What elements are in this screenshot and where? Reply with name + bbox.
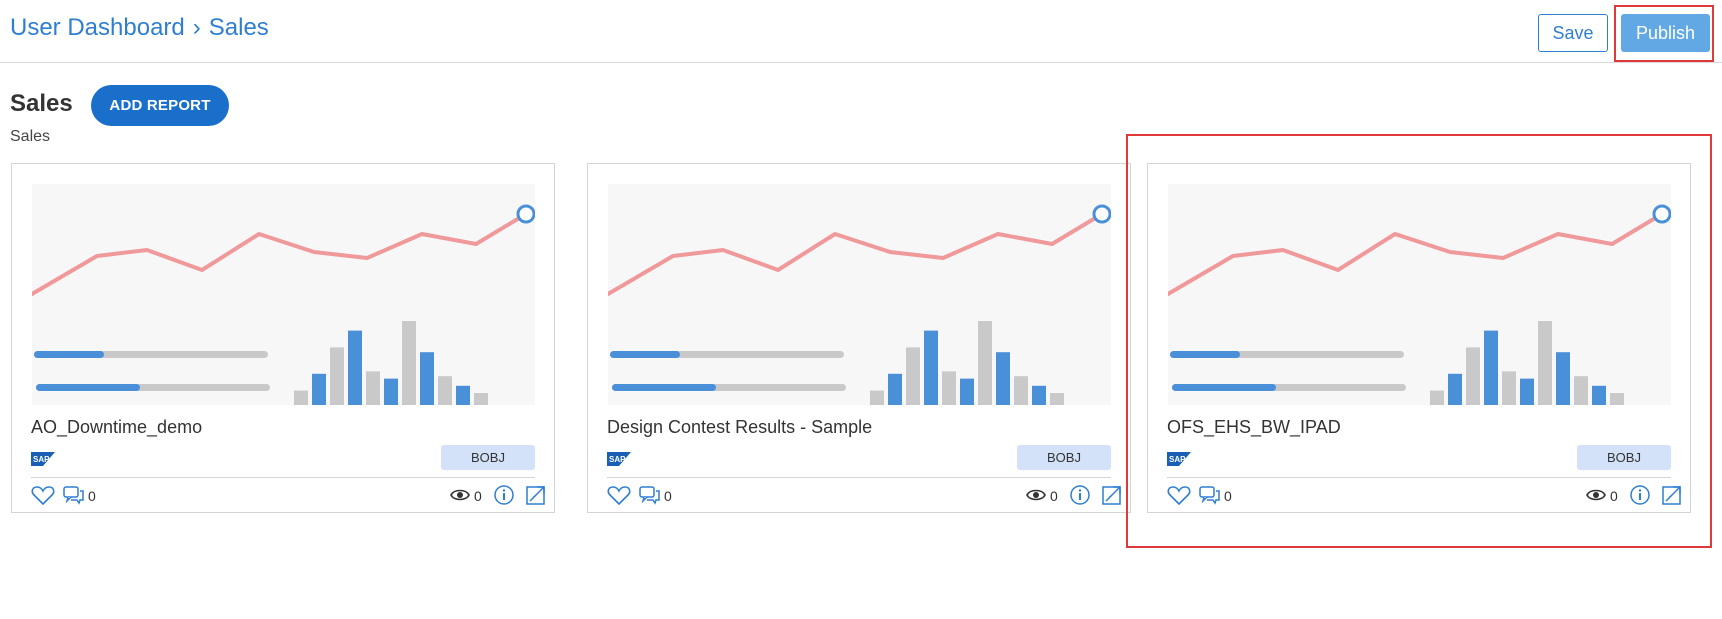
report-card[interactable]: AO_Downtime_demo SAP BOBJ 0 0 — [11, 163, 555, 513]
card-footer: 0 0 — [607, 484, 1121, 511]
card-highlight-box — [1126, 134, 1712, 548]
comment-icon[interactable] — [62, 484, 86, 511]
source-tag: BOBJ — [1017, 445, 1111, 470]
top-bar: User Dashboard › Sales Save Publish — [0, 0, 1722, 63]
svg-text:SAP: SAP — [33, 455, 50, 464]
view-count: 0 — [1050, 488, 1058, 504]
section-subtitle: Sales — [10, 128, 51, 145]
breadcrumb-sales[interactable]: Sales — [209, 14, 269, 42]
comment-count: 0 — [664, 488, 672, 504]
info-icon[interactable] — [493, 484, 515, 511]
external-link-icon[interactable] — [525, 484, 547, 511]
source-tag: BOBJ — [441, 445, 535, 470]
report-thumbnail[interactable] — [32, 184, 535, 405]
info-icon[interactable] — [1069, 484, 1091, 511]
thumbnail-chart-graphic — [32, 204, 535, 405]
report-title[interactable]: AO_Downtime_demo — [31, 417, 202, 438]
svg-text:SAP: SAP — [609, 455, 626, 464]
add-report-button[interactable]: ADD REPORT — [91, 85, 229, 126]
report-thumbnail[interactable] — [608, 184, 1111, 405]
heart-icon[interactable] — [607, 484, 631, 511]
breadcrumb: User Dashboard › Sales — [10, 14, 269, 42]
sap-logo: SAP — [607, 452, 631, 466]
section-title: Sales — [10, 90, 73, 117]
report-title[interactable]: Design Contest Results - Sample — [607, 417, 872, 438]
card-divider — [607, 477, 1111, 478]
view-count: 0 — [474, 488, 482, 504]
sap-logo: SAP — [31, 452, 55, 466]
eye-icon — [450, 488, 470, 507]
thumbnail-chart-graphic — [608, 204, 1111, 405]
card-footer: 0 0 — [31, 484, 545, 511]
breadcrumb-separator: › — [192, 14, 201, 41]
comment-icon[interactable] — [638, 484, 662, 511]
save-button[interactable]: Save — [1538, 14, 1608, 52]
comment-count: 0 — [88, 488, 96, 504]
report-card[interactable]: Design Contest Results - Sample SAP BOBJ… — [587, 163, 1131, 513]
card-divider — [31, 477, 535, 478]
external-link-icon[interactable] — [1101, 484, 1123, 511]
publish-highlight-box — [1614, 5, 1714, 62]
eye-icon — [1026, 488, 1046, 507]
heart-icon[interactable] — [31, 484, 55, 511]
breadcrumb-user-dashboard[interactable]: User Dashboard — [10, 14, 185, 42]
